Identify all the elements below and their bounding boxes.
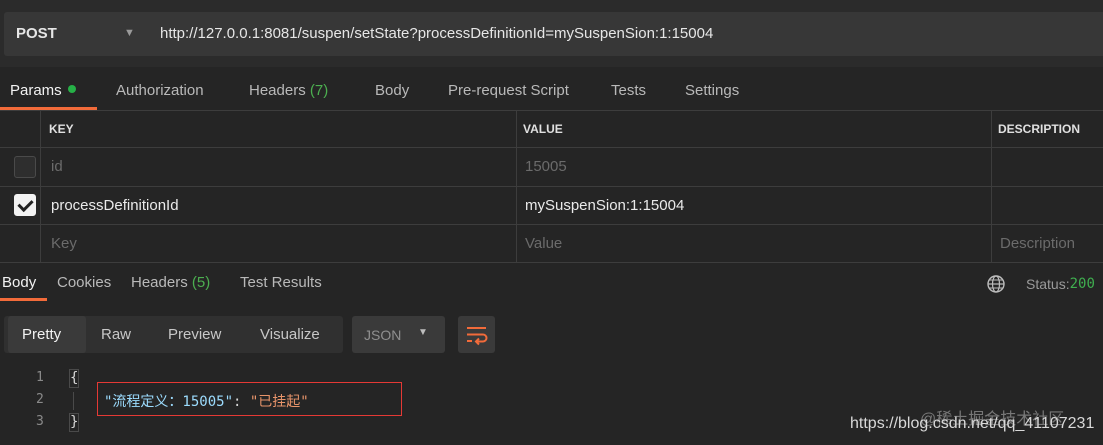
tab-cookies-label: Cookies xyxy=(57,274,112,291)
chevron-down-icon: ▼ xyxy=(418,327,428,338)
table-border xyxy=(0,262,1103,263)
line-number: 3 xyxy=(36,414,44,429)
tab-test-results[interactable]: Test Results xyxy=(240,274,322,291)
table-divider xyxy=(991,110,992,263)
format-label: JSON xyxy=(364,327,402,343)
params-active-dot xyxy=(67,85,76,93)
tab-authorization-label: Authorization xyxy=(116,82,204,99)
status-code: 200 xyxy=(1069,276,1095,292)
tab-headers-label: Headers xyxy=(249,82,306,99)
view-mode-toolbar: Pretty Raw Preview Visualize xyxy=(4,316,343,353)
format-select[interactable]: JSON ▼ xyxy=(352,316,445,353)
tab-settings-label: Settings xyxy=(685,82,740,99)
line-number: 2 xyxy=(36,392,44,407)
param-value[interactable]: 15005 xyxy=(525,158,567,175)
active-response-tab-indicator xyxy=(0,298,47,301)
new-value-input[interactable]: Value xyxy=(525,235,562,252)
param-key[interactable]: id xyxy=(51,158,63,175)
request-tabs: Params Authorization Headers (7) Body Pr… xyxy=(0,72,1103,112)
globe-icon[interactable] xyxy=(986,274,1006,294)
table-border xyxy=(0,147,1103,148)
new-description-input[interactable]: Description xyxy=(1000,235,1075,252)
tab-response-headers[interactable]: Headers (5) xyxy=(131,274,210,291)
tab-response-headers-count: (5) xyxy=(191,274,211,291)
tab-pre-request-script[interactable]: Pre-request Script xyxy=(448,82,569,99)
tab-settings[interactable]: Settings xyxy=(685,82,739,99)
table-divider xyxy=(40,110,41,263)
table-divider xyxy=(516,110,517,263)
tab-response-body[interactable]: Body xyxy=(2,274,36,291)
view-visualize-button[interactable]: Visualize xyxy=(260,326,320,343)
tab-body[interactable]: Body xyxy=(375,82,409,99)
row-checkbox[interactable] xyxy=(14,156,36,178)
annotation-highlight-box xyxy=(97,382,402,416)
request-url-bar: POST ▼ http://127.0.0.1:8081/suspen/setS… xyxy=(0,0,1103,67)
checkbox-checked-icon[interactable] xyxy=(14,194,36,216)
tab-test-results-label: Test Results xyxy=(240,274,322,291)
tab-response-headers-label: Headers xyxy=(131,274,188,291)
tab-cookies[interactable]: Cookies xyxy=(57,274,111,291)
tab-tests[interactable]: Tests xyxy=(611,82,646,99)
method-label: POST xyxy=(16,25,57,42)
tab-authorization[interactable]: Authorization xyxy=(116,82,204,99)
json-open-brace: { xyxy=(70,370,79,386)
param-key[interactable]: processDefinitionId xyxy=(51,197,179,214)
column-header-description: DESCRIPTION xyxy=(998,122,1081,136)
wrap-lines-button[interactable] xyxy=(458,316,495,353)
response-status: Status: 200 xyxy=(1026,276,1095,292)
new-key-input[interactable]: Key xyxy=(51,235,77,252)
tab-tests-label: Tests xyxy=(611,82,647,99)
tab-response-body-label: Body xyxy=(2,274,37,291)
tab-headers-count: (7) xyxy=(309,82,329,99)
table-border xyxy=(0,224,1103,225)
tab-params-label: Params xyxy=(10,82,62,99)
tab-headers[interactable]: Headers (7) xyxy=(249,82,328,99)
method-select[interactable]: POST ▼ xyxy=(4,12,146,56)
wrap-lines-icon xyxy=(467,327,488,346)
column-header-key: KEY xyxy=(49,122,74,136)
chevron-down-icon: ▼ xyxy=(124,27,135,39)
line-number: 1 xyxy=(36,370,44,385)
table-border xyxy=(0,186,1103,187)
json-close-brace: } xyxy=(70,414,79,430)
tab-body-label: Body xyxy=(375,82,410,99)
tab-pre-request-script-label: Pre-request Script xyxy=(448,82,569,99)
status-label: Status: xyxy=(1026,276,1070,292)
column-header-value: VALUE xyxy=(523,122,563,136)
table-border xyxy=(0,110,1103,111)
tab-params[interactable]: Params xyxy=(10,82,76,99)
view-pretty-button[interactable]: Pretty xyxy=(22,326,61,343)
watermark-url: https://blog.csdn.net/qq_41107231 xyxy=(850,415,1095,432)
view-raw-button[interactable]: Raw xyxy=(101,326,131,343)
indent-guide xyxy=(73,392,74,410)
url-input[interactable]: http://127.0.0.1:8081/suspen/setState?pr… xyxy=(146,12,1103,56)
view-preview-button[interactable]: Preview xyxy=(168,326,221,343)
response-tabs: Body Cookies Headers (5) Test Results xyxy=(0,264,1103,304)
param-value[interactable]: mySuspenSion:1:15004 xyxy=(525,197,684,214)
params-table: KEY VALUE DESCRIPTION id 15005 processDe… xyxy=(0,110,1103,263)
